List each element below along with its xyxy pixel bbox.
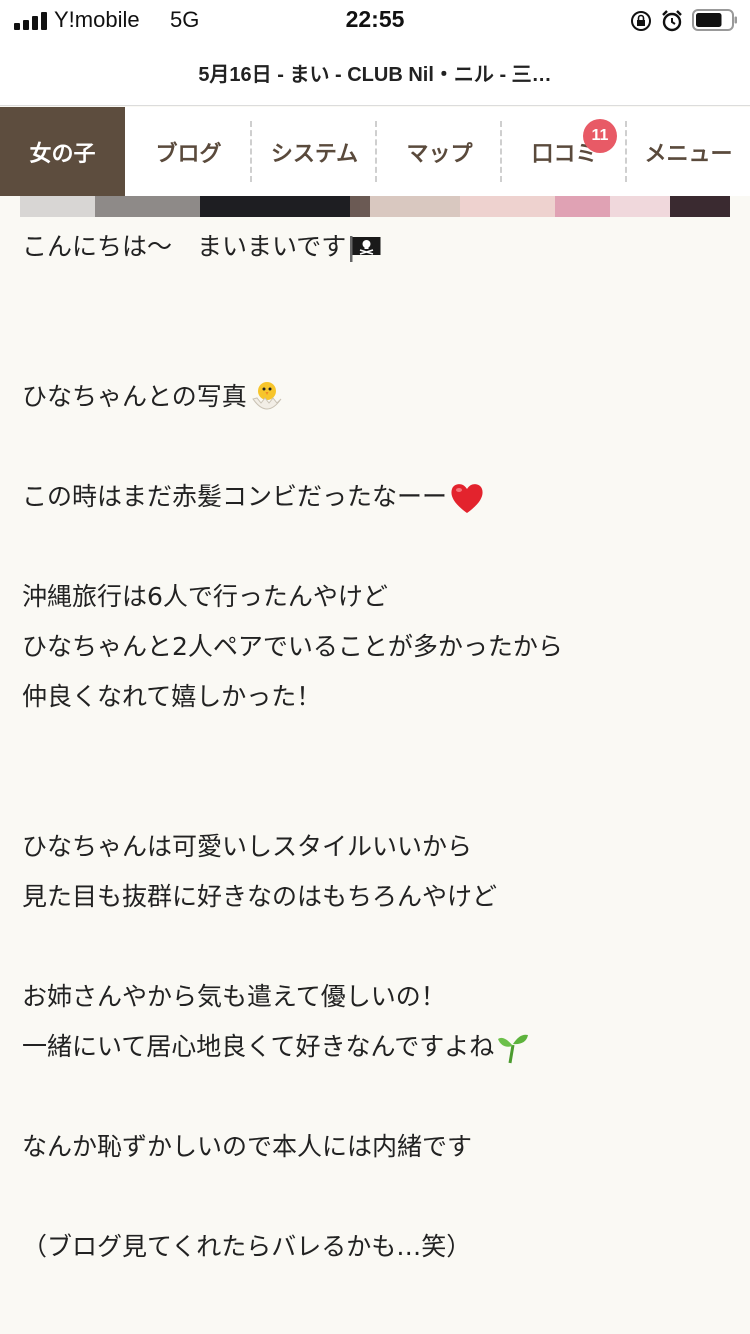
- tab-map[interactable]: マップ: [377, 107, 502, 196]
- article-line: なんか恥ずかしいので本人には内緒です: [22, 1132, 473, 1161]
- seedling-icon: [498, 1034, 529, 1064]
- hatching-chick-icon: [251, 382, 282, 410]
- tab-label: 女の子: [29, 141, 96, 167]
- article-line: ひなちゃんと2人ペアでいることが多かったから: [22, 632, 563, 661]
- tab-girls[interactable]: 女の子: [0, 107, 125, 196]
- article-line: ひなちゃんは可愛いしスタイルいいから: [22, 832, 473, 861]
- tab-menu[interactable]: メニュー: [627, 107, 750, 196]
- article-line: この時はまだ赤髪コンビだったなーー: [22, 472, 732, 522]
- status-bar: Y!mobile 5G 22:55: [0, 0, 750, 42]
- article-line: お姉さんやから気も遣えて優しいの！: [22, 982, 446, 1011]
- pirate-flag-icon: [350, 236, 381, 262]
- page-title: 5月16日 - まい - CLUB Nil・ニル - 三…: [198, 64, 552, 86]
- article-line: [22, 272, 732, 322]
- tab-label: システム: [270, 141, 359, 167]
- nav-tabs: 女の子 ブログ システム マップ 口コミ 11 メニュー: [0, 107, 750, 196]
- tab-label: ブログ: [155, 141, 222, 167]
- article-line: [22, 322, 732, 372]
- tab-label: メニュー: [644, 141, 733, 167]
- rotation-lock-icon: [631, 11, 651, 31]
- blog-article: こんにちは〜 まいまいです ひなちゃんとの写真 この時はまだ赤髪コンビだったなー…: [22, 222, 732, 1272]
- article-line: （ブログ見てくれたらバレるかも…笑）: [22, 1232, 472, 1261]
- article-line: [22, 422, 732, 472]
- article-line: [22, 522, 732, 572]
- article-line: [22, 922, 732, 972]
- tab-blog[interactable]: ブログ: [125, 107, 252, 196]
- red-heart-icon: [451, 484, 483, 513]
- alarm-icon: [662, 10, 682, 32]
- article-line: [22, 772, 732, 822]
- battery-icon: [692, 9, 737, 31]
- article-line: 見た目も抜群に好きなのはもちろんやけど: [22, 882, 498, 911]
- article-line: こんにちは〜 まいまいです: [22, 222, 732, 272]
- article-line: [22, 722, 732, 772]
- article-line: [22, 1072, 732, 1122]
- article-line: ひなちゃんとの写真: [22, 372, 732, 422]
- article-line: [22, 1172, 732, 1222]
- blog-photo: [20, 196, 730, 217]
- article-line: 一緒にいて居心地良くて好きなんですよね: [22, 1022, 732, 1072]
- tab-label: マップ: [406, 141, 473, 167]
- article-line: 沖縄旅行は6人で行ったんやけど: [22, 582, 388, 611]
- tab-system[interactable]: システム: [252, 107, 377, 196]
- tab-reviews[interactable]: 口コミ 11: [502, 107, 627, 196]
- review-count-badge: 11: [583, 119, 617, 153]
- browser-title-bar[interactable]: 5月16日 - まい - CLUB Nil・ニル - 三…: [0, 42, 750, 106]
- article-line: 仲良くなれて嬉しかった！: [22, 682, 322, 711]
